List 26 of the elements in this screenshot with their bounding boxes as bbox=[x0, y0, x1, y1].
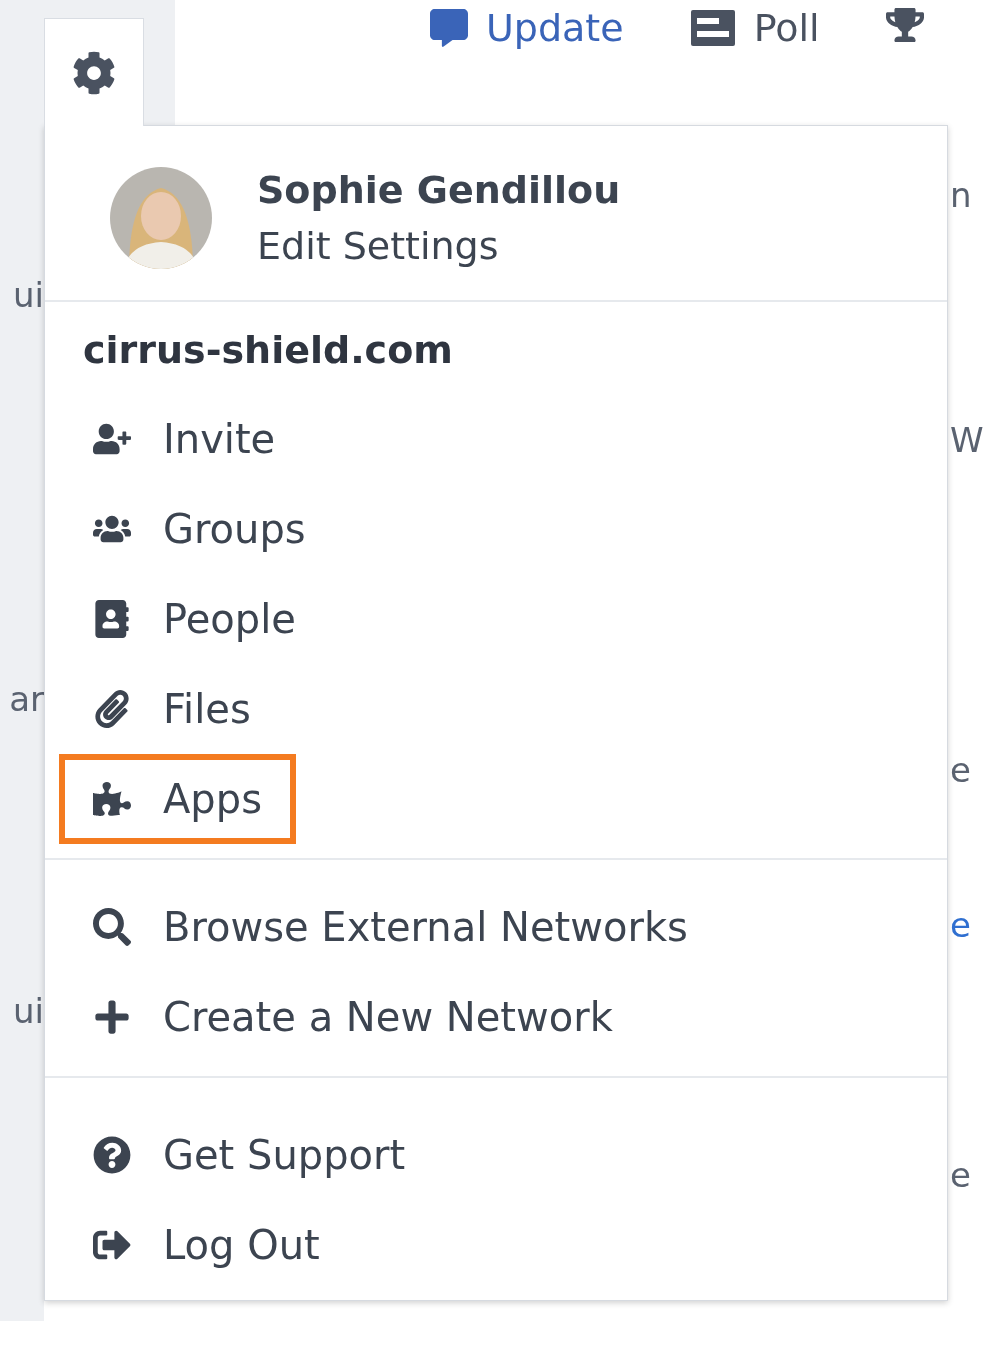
poll-button[interactable]: Poll bbox=[689, 6, 820, 50]
menu-item[interactable]: Browse External Networks bbox=[59, 882, 722, 972]
poll-icon bbox=[689, 9, 736, 47]
menu-item[interactable]: People bbox=[59, 574, 330, 664]
cut-text: ui bbox=[13, 991, 44, 1031]
cut-text: ar bbox=[9, 679, 44, 719]
edit-settings-link[interactable]: Edit Settings bbox=[257, 224, 621, 268]
menu-item[interactable]: Groups bbox=[59, 484, 340, 574]
cut-text: e bbox=[949, 1155, 972, 1195]
menu-item[interactable]: Invite bbox=[59, 394, 310, 484]
cut-text: e bbox=[949, 750, 972, 790]
menu-item[interactable]: Files bbox=[59, 664, 285, 754]
menu-item[interactable]: Log Out bbox=[59, 1200, 354, 1290]
menu-item[interactable]: Get Support bbox=[59, 1110, 440, 1200]
comment-icon bbox=[430, 9, 468, 47]
menu-item[interactable]: Apps bbox=[59, 754, 296, 844]
settings-button[interactable] bbox=[44, 18, 144, 126]
menu-item[interactable]: Create a New Network bbox=[59, 972, 647, 1062]
cut-text: W bbox=[949, 420, 985, 460]
cut-text: n bbox=[949, 175, 973, 215]
cut-text: e bbox=[949, 905, 972, 945]
user-name: Sophie Gendillou bbox=[257, 168, 621, 212]
network-name: cirrus-shield.com bbox=[82, 327, 454, 372]
update-button[interactable]: Update bbox=[430, 6, 624, 50]
cut-text: ui bbox=[13, 275, 44, 315]
settings-icon bbox=[72, 51, 116, 95]
